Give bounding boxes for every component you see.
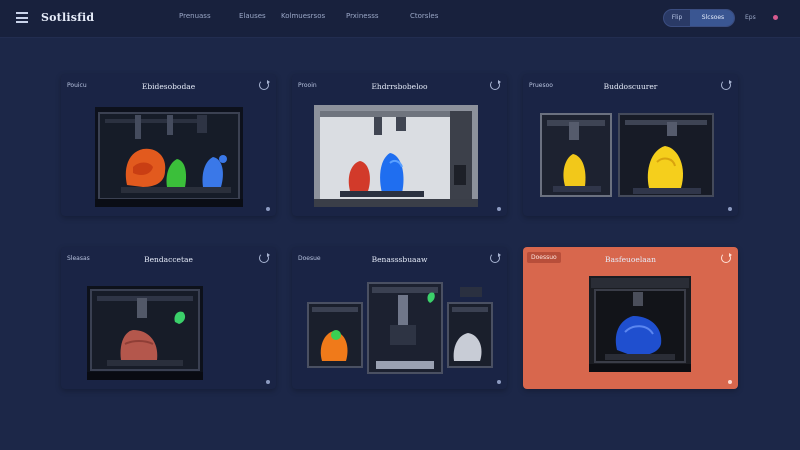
status-dot: [728, 380, 732, 384]
printer-card-4[interactable]: Sleasas Bendaccetae: [61, 247, 276, 389]
printer-image: [539, 112, 715, 200]
search-toggle-left[interactable]: Flip: [664, 10, 690, 26]
nav-item-4[interactable]: Prxinesss: [346, 12, 379, 20]
search-toggle-right[interactable]: Slcsoes: [690, 10, 734, 26]
status-dot: [497, 380, 501, 384]
card-title: Buddoscuurer: [603, 82, 658, 91]
search-toggle[interactable]: Flip Slcsoes: [663, 9, 735, 27]
nav-item-5[interactable]: Ctorsles: [410, 12, 438, 20]
refresh-icon[interactable]: [490, 253, 501, 263]
status-dot: [728, 207, 732, 211]
nav-item-3[interactable]: Kolmuesrsos: [281, 12, 325, 20]
refresh-icon[interactable]: [490, 80, 501, 90]
printer-image: [87, 286, 203, 380]
printer-card-2[interactable]: Prooin Ehdrrsbobeloo: [292, 74, 507, 216]
status-dot: [266, 207, 270, 211]
card-title: Basfeuoelaan: [604, 255, 656, 264]
card-title: Ehdrrsbobeloo: [371, 82, 428, 91]
card-title: Bendaccetae: [144, 255, 193, 264]
brand-logo[interactable]: Sotlisfid: [41, 11, 94, 24]
nav-item-1[interactable]: Prenuass: [179, 12, 211, 20]
card-title: Ebidesobodae: [141, 82, 196, 91]
card-title: Benasssbuaaw: [371, 255, 428, 264]
status-dot: [266, 380, 270, 384]
printer-card-3[interactable]: Pruesoo Buddoscuurer: [523, 74, 738, 216]
printer-card-1[interactable]: Pouicu Ebidesobodae: [61, 74, 276, 216]
printer-image: [314, 105, 478, 207]
nav-item-2[interactable]: Elauses: [239, 12, 266, 20]
printer-image: [589, 276, 691, 372]
refresh-icon[interactable]: [721, 80, 732, 90]
printer-card-5[interactable]: Doesue Benasssbuaaw: [292, 247, 507, 389]
menu-icon[interactable]: [16, 12, 28, 23]
printer-card-6[interactable]: Doessuo Basfeuoelaan: [523, 247, 738, 389]
user-icon[interactable]: [773, 15, 778, 20]
top-navigation: Sotlisfid Prenuass Elauses Kolmuesrsos P…: [0, 0, 800, 38]
printer-image: [95, 107, 243, 207]
refresh-icon[interactable]: [259, 253, 270, 263]
refresh-icon[interactable]: [259, 80, 270, 90]
language-selector[interactable]: Eps: [745, 14, 756, 21]
printer-image: [302, 277, 494, 381]
status-dot: [497, 207, 501, 211]
refresh-icon[interactable]: [721, 253, 732, 263]
